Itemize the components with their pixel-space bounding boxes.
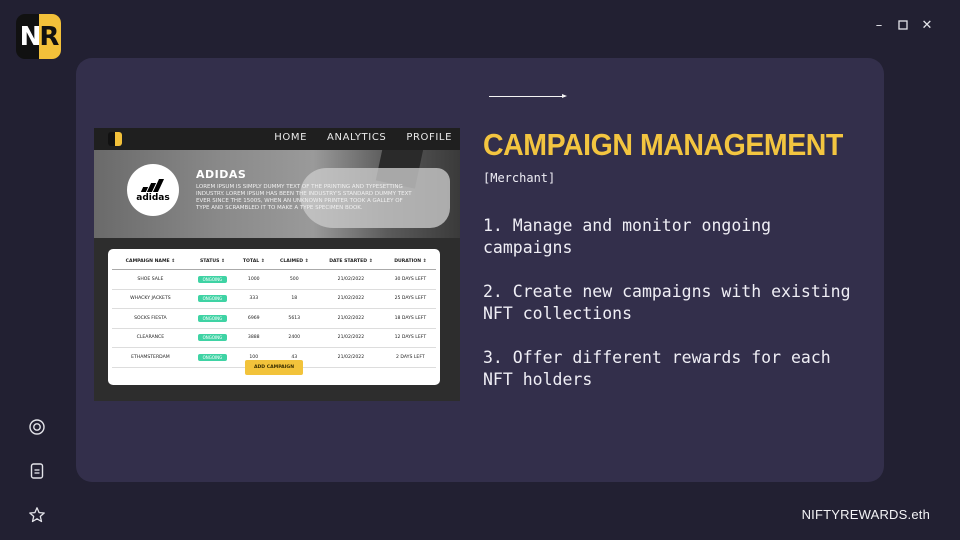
cell-total: 3888 <box>236 328 272 348</box>
cell-claimed: 500 <box>271 269 318 290</box>
table-header-row: CAMPAIGN NAME ⇕ STATUS ⇕ TOTAL ⇕ CLAIMED… <box>112 253 436 270</box>
mockup-navbar: HOME ANALYTICS PROFILE <box>94 128 460 150</box>
arrow-line <box>489 96 565 97</box>
cell-name: WHACKY JACKETS <box>112 289 189 309</box>
minimize-button[interactable]: – <box>872 18 886 33</box>
col-campaign-name[interactable]: CAMPAIGN NAME ⇕ <box>112 253 189 270</box>
feature-point-2: 2. Create new campaigns with existing NF… <box>483 282 851 323</box>
campaign-table: CAMPAIGN NAME ⇕ STATUS ⇕ TOTAL ⇕ CLAIMED… <box>112 253 436 368</box>
cell-duration: 12 DAYS LEFT <box>384 328 436 348</box>
logo-letter-r: R <box>39 21 59 52</box>
table-row[interactable]: WHACKY JACKETS ONGOING 333 18 21/02/2022… <box>112 289 436 309</box>
cell-status: ONGOING <box>188 347 237 368</box>
sidebar <box>26 416 48 526</box>
status-badge: ONGOING <box>197 295 228 303</box>
cell-status: ONGOING <box>188 328 237 348</box>
cell-name: SHOE SALE <box>112 269 189 290</box>
feature-point-3: 3. Offer different rewards for each NFT … <box>483 348 831 389</box>
logo-letter-n: N <box>19 21 42 52</box>
table-row[interactable]: SOCKS FIESTA ONGOING 6969 5613 21/02/202… <box>112 308 436 329</box>
cell-name: ETHAMSTERDAM <box>112 347 189 368</box>
cell-name: CLEARANCE <box>112 328 189 348</box>
col-total[interactable]: TOTAL ⇕ <box>236 253 272 270</box>
cell-total: 6969 <box>236 308 272 329</box>
target-icon[interactable] <box>26 416 48 438</box>
dashboard-mockup: HOME ANALYTICS PROFILE adidas ADIDAS LOR… <box>94 128 460 401</box>
cell-claimed: 2400 <box>271 328 318 348</box>
table-row[interactable]: SHOE SALE ONGOING 1000 500 21/02/2022 30… <box>112 269 436 290</box>
slide-subtitle: [Merchant] <box>483 171 556 185</box>
cell-date: 21/02/2022 <box>317 347 385 368</box>
mockup-nav-profile[interactable]: PROFILE <box>406 132 452 143</box>
window-controls: – ✕ <box>872 18 934 33</box>
cell-duration: 30 DAYS LEFT <box>384 269 436 290</box>
app-logo: NR <box>16 14 61 59</box>
cell-status: ONGOING <box>188 289 237 309</box>
maximize-button[interactable] <box>896 18 910 32</box>
mockup-nav-analytics[interactable]: ANALYTICS <box>327 132 386 143</box>
cell-status: ONGOING <box>188 269 237 290</box>
arrow-right-icon <box>562 94 567 98</box>
campaign-table-card: CAMPAIGN NAME ⇕ STATUS ⇕ TOTAL ⇕ CLAIMED… <box>108 249 440 385</box>
cell-duration: 25 DAYS LEFT <box>384 289 436 309</box>
cell-claimed: 5613 <box>271 308 318 329</box>
document-icon[interactable] <box>26 460 48 482</box>
cell-total: 1000 <box>236 269 272 290</box>
brand-description: LOREM IPSUM IS SIMPLY DUMMY TEXT OF THE … <box>196 184 412 211</box>
mockup-hero-banner: adidas ADIDAS LOREM IPSUM IS SIMPLY DUMM… <box>94 150 460 238</box>
cell-date: 21/02/2022 <box>317 328 385 348</box>
maximize-icon <box>898 20 908 30</box>
brand-logo-word: adidas <box>136 192 170 203</box>
cell-status: ONGOING <box>188 308 237 329</box>
brand-name: ADIDAS <box>196 168 247 181</box>
cell-duration: 2 DAYS LEFT <box>384 347 436 368</box>
cell-claimed: 18 <box>271 289 318 309</box>
cell-duration: 18 DAYS LEFT <box>384 308 436 329</box>
cell-date: 21/02/2022 <box>317 289 385 309</box>
mockup-nav-home[interactable]: HOME <box>274 132 307 143</box>
cell-date: 21/02/2022 <box>317 269 385 290</box>
brand-logo-circle: adidas <box>127 164 179 216</box>
close-button[interactable]: ✕ <box>920 18 934 33</box>
feature-point-1: 1. Manage and monitor ongoing campaigns <box>483 216 772 257</box>
col-date-started[interactable]: DATE STARTED ⇕ <box>317 253 385 270</box>
adidas-logo-icon <box>140 178 165 192</box>
col-claimed[interactable]: CLAIMED ⇕ <box>271 253 318 270</box>
col-duration[interactable]: DURATION ⇕ <box>384 253 436 270</box>
cell-date: 21/02/2022 <box>317 308 385 329</box>
status-badge: ONGOING <box>197 334 228 342</box>
status-badge: ONGOING <box>197 353 228 361</box>
star-icon[interactable] <box>26 504 48 526</box>
slide-title: CAMPAIGN MANAGEMENT <box>483 127 843 162</box>
table-row[interactable]: CLEARANCE ONGOING 3888 2400 21/02/2022 1… <box>112 328 436 348</box>
footer-brand: NIFTYREWARDS.eth <box>801 507 930 522</box>
cell-total: 333 <box>236 289 272 309</box>
add-campaign-button[interactable]: ADD CAMPAIGN <box>245 360 303 375</box>
col-status[interactable]: STATUS ⇕ <box>188 253 237 270</box>
status-badge: ONGOING <box>197 314 228 322</box>
cell-name: SOCKS FIESTA <box>112 308 189 329</box>
status-badge: ONGOING <box>197 275 228 283</box>
mockup-logo <box>108 132 122 146</box>
